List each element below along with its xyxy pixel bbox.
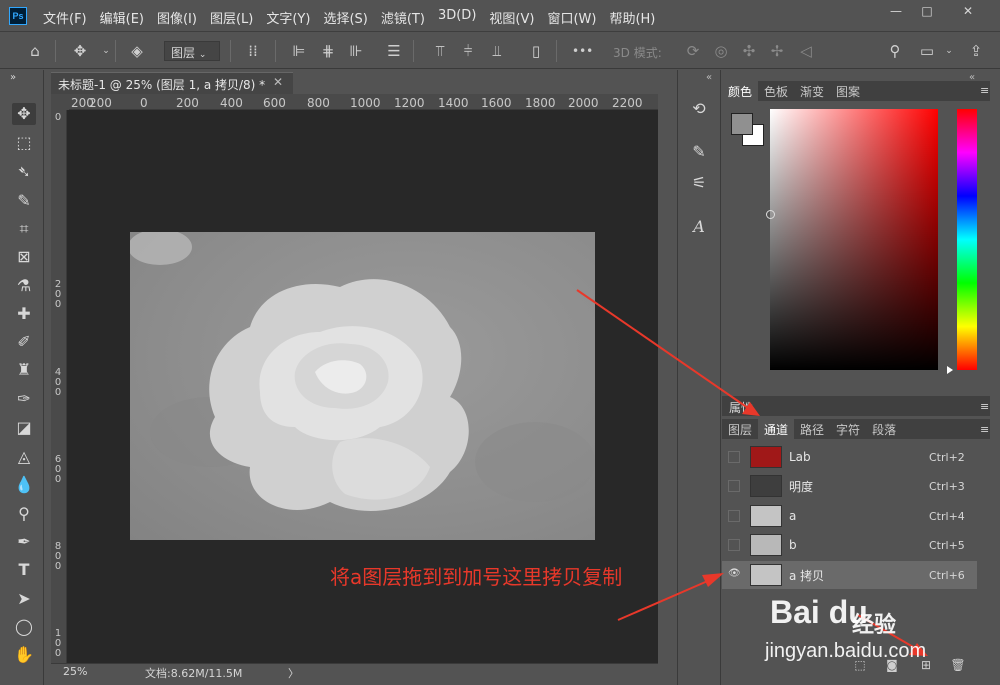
baidu-watermark-cn: 经验 — [852, 613, 897, 638]
annotation-text: 将a图层拖到到加号这里拷贝复制 — [330, 565, 623, 589]
baidu-watermark-url: jingyan.baidu.com — [765, 640, 927, 662]
